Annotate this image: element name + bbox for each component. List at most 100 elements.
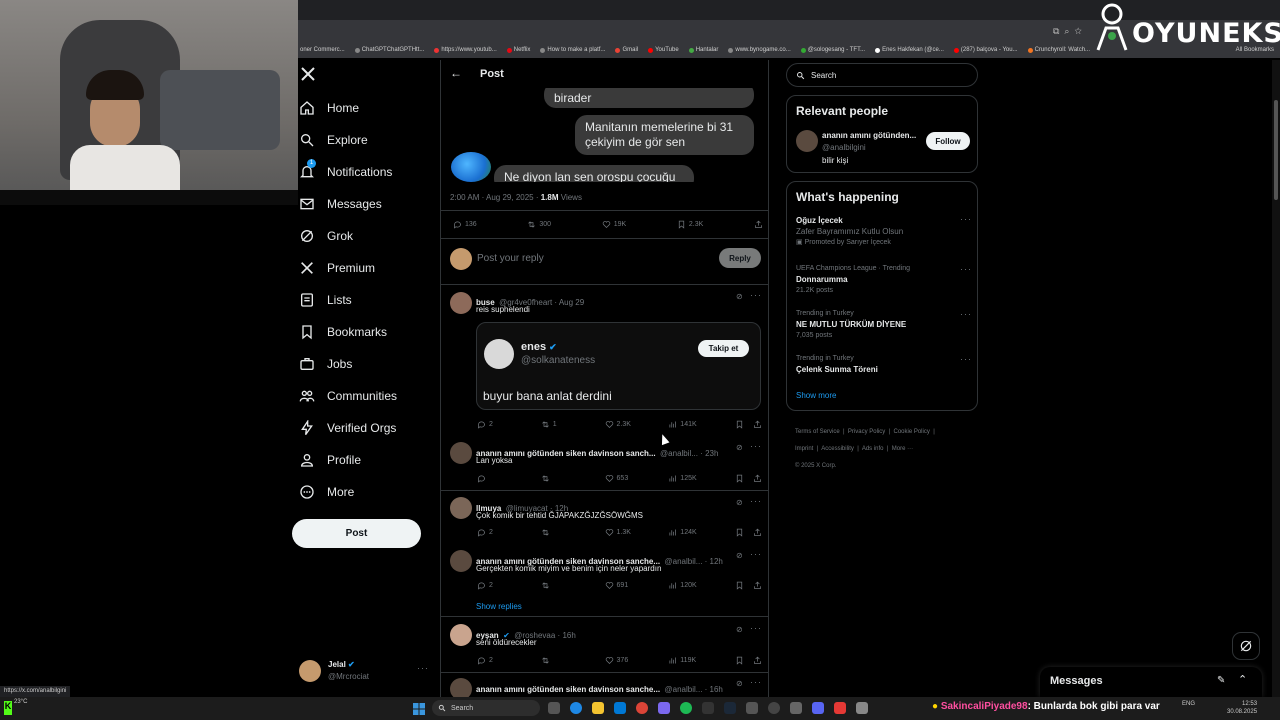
steam-icon[interactable] [724,702,736,714]
bookmark-item[interactable]: @sologesang - TFT... [800,47,865,53]
grok-icon[interactable]: ⊘ [736,625,743,634]
app-icon[interactable] [658,702,670,714]
post-button[interactable]: Post [292,519,421,548]
search-input[interactable]: Search [786,63,978,87]
bookmark-item[interactable]: Enes Hakfekan (@ce... [875,47,944,53]
grok-icon[interactable]: ⊘ [736,443,743,452]
sidebar-item-explore[interactable]: Explore [299,130,439,150]
bookmark-action[interactable] [735,528,753,537]
footer-link[interactable]: More ··· [892,446,913,452]
footer-link[interactable]: Terms of Service [795,429,840,435]
bookmark-item[interactable]: oner Commerc... [300,47,345,53]
bookmark-item[interactable]: ChatGPTChatGPTHtt... [354,47,424,53]
views-action[interactable]: 124K [668,528,735,537]
share-action[interactable] [753,420,762,429]
more-dots-icon[interactable]: ··· [960,354,972,364]
bookmark-item[interactable]: Hantalar [688,47,718,53]
bookmark-item[interactable]: www.bynogame.co... [728,47,791,53]
like-action[interactable]: 653 [605,474,669,483]
extension-icons[interactable]: ⧉ ⌕ ☆ [1053,26,1082,37]
more-dots-icon[interactable]: ··· [750,549,762,559]
sidebar-item-home[interactable]: Home [299,98,439,118]
outlook-icon[interactable] [614,702,626,714]
more-dots-icon[interactable]: ··· [750,677,762,687]
taskbar-search[interactable]: Search [432,700,540,716]
trend-item[interactable]: Trending in Turkey Çelenk Sunma Töreni ·… [796,354,972,374]
footer-link[interactable]: Ads info [862,446,884,452]
obs-icon[interactable] [768,702,780,714]
bookmark-item[interactable]: (287) balçova - You... [953,47,1018,53]
discord-icon[interactable] [812,702,824,714]
more-dots-icon[interactable]: ··· [960,309,972,319]
grok-icon[interactable]: ⊘ [736,551,743,560]
more-dots-icon[interactable]: ··· [960,214,972,224]
spotify-icon[interactable] [680,702,692,714]
reply-action[interactable]: 2 [477,581,541,590]
reply-action[interactable]: 2 [477,528,541,537]
bookmark-action[interactable] [735,581,753,590]
compose-message-icon[interactable]: ✎ [1217,675,1225,686]
embedded-image[interactable]: enes ✔ @solkanateness Takip et buyur ban… [476,322,761,410]
more-dots-icon[interactable]: ··· [750,623,762,633]
reply-action[interactable]: 2 [477,656,541,665]
x-logo[interactable] [300,66,316,87]
more-dots-icon[interactable]: ··· [750,290,762,300]
bookmark-item[interactable]: Crunchyroll: Watch... [1027,47,1090,53]
follow-button[interactable]: Takip et [698,340,749,357]
share-action[interactable] [753,581,762,590]
weather-widget[interactable]: 23°C [14,699,27,705]
chevron-up-icon[interactable]: ⌃ [1238,673,1247,686]
share-action[interactable] [754,220,763,229]
system-clock[interactable]: 12:53 30.08.2025 [1227,700,1257,716]
footer-link[interactable]: Accessibility [821,446,854,452]
like-action[interactable]: 691 [605,581,669,590]
views-action[interactable]: 125K [668,474,735,483]
app-icon[interactable] [834,702,846,714]
show-replies-link[interactable]: Show replies [476,602,522,611]
chrome-icon[interactable] [636,702,648,714]
trend-item[interactable]: UEFA Champions League · Trending Donnaru… [796,264,972,294]
sidebar-item-messages[interactable]: Messages [299,194,439,214]
repost-action[interactable] [541,581,605,590]
repost-action[interactable] [541,474,605,483]
back-arrow-icon[interactable]: ← [450,66,462,80]
bookmark-action[interactable] [735,474,753,483]
scrollbar[interactable] [1272,60,1280,697]
show-more-link[interactable]: Show more [796,391,836,400]
repost-action[interactable] [541,528,605,537]
more-dots-icon[interactable]: ··· [417,663,429,673]
task-view-icon[interactable] [548,702,560,714]
file-explorer-icon[interactable] [592,702,604,714]
more-dots-icon[interactable]: ··· [750,441,762,451]
bookmark-action[interactable] [735,420,753,429]
edge-icon[interactable] [570,702,582,714]
language-indicator[interactable]: ENG [1182,701,1195,707]
more-dots-icon[interactable]: ··· [750,496,762,506]
grok-icon[interactable]: ⊘ [736,679,743,688]
grok-icon[interactable]: ⊘ [736,292,743,301]
follow-button[interactable]: Follow [926,132,970,150]
footer-link[interactable]: Imprint [795,446,813,452]
bookmark-action[interactable] [735,656,753,665]
post-image[interactable]: birader Manitanın memelerine bi 31 çekiy… [449,78,761,182]
app-icon[interactable] [746,702,758,714]
views-action[interactable]: 141K [668,420,735,429]
like-action[interactable]: 2.3K [605,420,669,429]
sidebar-item-premium[interactable]: Premium [299,258,439,278]
bookmark-action[interactable]: 2.3K [677,220,703,229]
grok-icon[interactable]: ⊘ [736,498,743,507]
footer-link[interactable]: Privacy Policy [848,429,885,435]
app-icon[interactable] [702,702,714,714]
trend-item[interactable]: Oğuz İçecek Zafer Bayramımız Kutlu Olsun… [796,214,972,246]
scrollbar-thumb[interactable] [1274,100,1278,200]
share-action[interactable] [753,474,762,483]
grok-float-button[interactable] [1232,632,1260,660]
views-action[interactable]: 120K [668,581,735,590]
windows-start-icon[interactable] [413,702,425,715]
app-icon[interactable] [790,702,802,714]
sidebar-item-communities[interactable]: Communities [299,386,439,406]
more-dots-icon[interactable]: ··· [960,264,972,274]
bookmark-item[interactable]: Netflix [506,47,530,53]
views-action[interactable]: 119K [668,656,735,665]
sidebar-item-lists[interactable]: Lists [299,290,439,310]
